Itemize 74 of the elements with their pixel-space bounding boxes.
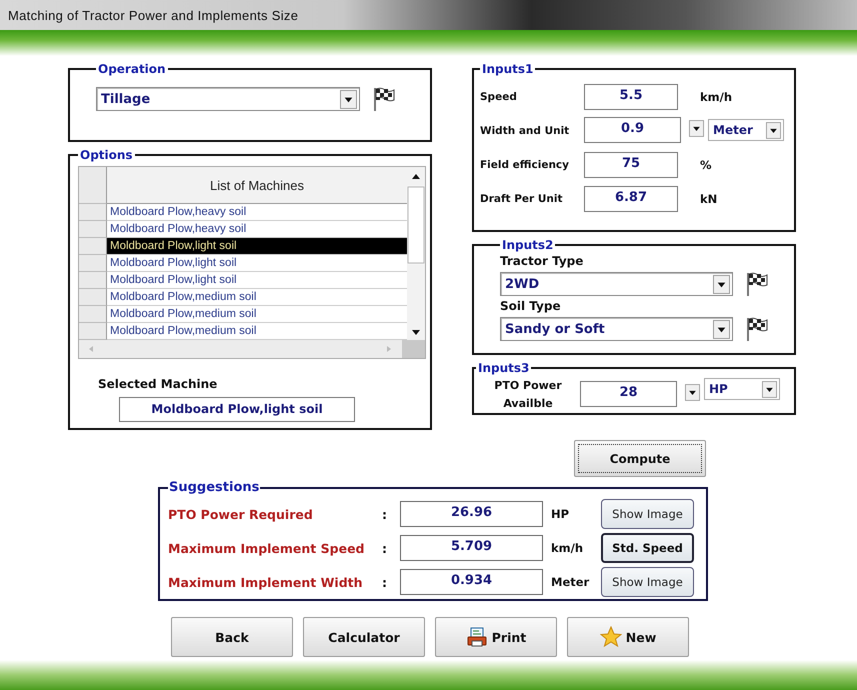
list-row[interactable]: Moldboard Plow,heavy soil	[107, 221, 407, 238]
result-field: 26.96	[400, 501, 543, 527]
row-header-cell	[79, 167, 107, 204]
result-button[interactable]: Show Image	[601, 567, 694, 597]
checkered-flag-icon	[745, 316, 769, 342]
input-field[interactable]: 6.87	[584, 186, 678, 212]
selected-machine-label: Selected Machine	[98, 377, 218, 391]
compute-button[interactable]: Compute	[574, 440, 706, 477]
unit-dropdown[interactable]: Meter	[708, 119, 784, 141]
type-dropdown[interactable]: Sandy or Soft	[500, 317, 733, 341]
operation-dropdown[interactable]: Tillage	[96, 87, 360, 111]
group-title: Inputs3	[477, 361, 530, 375]
field-label: Soil Type	[500, 299, 562, 313]
row-header-cell	[79, 255, 107, 272]
result-label: Maximum Implement Width	[168, 574, 364, 590]
horizontal-scrollbar[interactable]	[79, 340, 425, 358]
unit-label: km/h	[550, 541, 584, 555]
unit-label: %	[700, 158, 712, 172]
field-label: Draft Per Unit	[480, 193, 564, 205]
list-row[interactable]: Moldboard Plow,heavy soil	[107, 204, 407, 221]
list-row[interactable]: Moldboard Plow,medium soil	[107, 306, 407, 323]
printer-icon	[466, 626, 488, 648]
unit-label: kN	[700, 192, 718, 206]
row-header-cell	[79, 221, 107, 238]
result-button[interactable]: Show Image	[601, 499, 694, 529]
list-row[interactable]: Moldboard Plow,light soil	[107, 238, 407, 255]
colon-label: :	[382, 540, 388, 556]
colon-label: :	[382, 574, 388, 590]
checkered-flag-icon	[372, 86, 396, 112]
list-row[interactable]: Moldboard Plow,medium soil	[107, 289, 407, 306]
field-label: Speed	[480, 91, 518, 103]
row-header-cell	[79, 306, 107, 323]
row-header-cell	[79, 289, 107, 306]
value-dropdown[interactable]: 0.9	[584, 117, 706, 145]
group-title: Suggestions	[168, 480, 260, 495]
star-icon	[600, 626, 622, 648]
group-title: Options	[79, 148, 134, 162]
column-header: List of Machines	[107, 167, 407, 204]
list-row[interactable]: Moldboard Plow,light soil	[107, 272, 407, 289]
field-label: PTO Power Availble	[493, 378, 563, 412]
input-field[interactable]: 5.5	[584, 84, 678, 110]
action-button[interactable]: Back	[171, 617, 293, 657]
result-field: 0.934	[400, 569, 543, 595]
group-title: Inputs1	[481, 62, 534, 76]
type-dropdown[interactable]: 2WD	[500, 272, 733, 296]
result-label: Maximum Implement Speed	[168, 540, 366, 556]
result-field: 5.709	[400, 535, 543, 561]
vertical-scrollbar[interactable]	[407, 167, 425, 340]
unit-label: HP	[550, 507, 570, 521]
field-label: Field efficiency	[480, 159, 570, 171]
row-header-cell	[79, 272, 107, 289]
list-row[interactable]: Moldboard Plow,light soil	[107, 255, 407, 272]
action-button[interactable]: New	[567, 617, 689, 657]
list-row[interactable]: Moldboard Plow,medium soil	[107, 323, 407, 340]
action-button[interactable]: Calculator	[303, 617, 425, 657]
row-header-cell	[79, 204, 107, 221]
value-dropdown[interactable]: 28	[580, 381, 702, 409]
row-header-cell	[79, 238, 107, 255]
group-title: Operation	[97, 62, 167, 76]
unit-dropdown[interactable]: HP	[704, 378, 780, 400]
window-title: Matching of Tractor Power and Implements Size	[8, 8, 298, 22]
action-button[interactable]: Print	[435, 617, 557, 657]
group-title: Inputs2	[501, 238, 554, 252]
field-label: Tractor Type	[500, 254, 584, 268]
input-field[interactable]: 75	[584, 152, 678, 178]
checkered-flag-icon	[745, 271, 769, 297]
row-header-cell	[79, 323, 107, 340]
unit-label: km/h	[700, 90, 732, 104]
unit-label: Meter	[550, 575, 590, 589]
result-label: PTO Power Required	[168, 506, 314, 522]
colon-label: :	[382, 506, 388, 522]
field-label: Width and Unit	[480, 125, 570, 137]
result-button[interactable]: Std. Speed	[601, 533, 694, 563]
selected-machine-field: Moldboard Plow,light soil	[119, 397, 355, 422]
